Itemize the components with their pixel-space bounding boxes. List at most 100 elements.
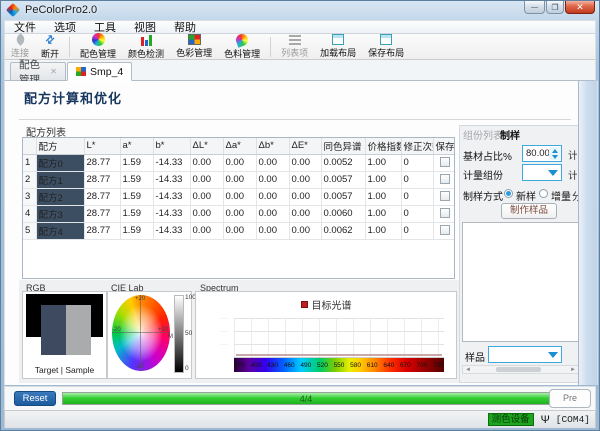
app-window: PeColorPro2.0 文件 选项 工具 视图 帮助 连接 断开 配色管理 [0, 0, 600, 431]
lab-color-wheel [112, 295, 170, 371]
col-header-formula[interactable]: 配方 [36, 138, 84, 154]
horizontal-scrollbar[interactable]: ◄ ► [462, 365, 579, 374]
stepper-arrows-icon[interactable] [549, 147, 560, 160]
table-row[interactable]: 3 配方2 28.77 1.59 -14.33 0.00 0.00 0.00 0… [23, 188, 455, 205]
scroll-left-icon[interactable]: ◄ [465, 367, 471, 373]
table-row[interactable]: 1 配方0 28.77 1.59 -14.33 0.00 0.00 0.00 0… [23, 154, 455, 171]
toolbar-separator [270, 37, 271, 57]
col-header-da[interactable]: Δa* [223, 138, 256, 154]
formula-name-cell: 配方3 [36, 205, 84, 222]
minimize-icon[interactable] [524, 1, 545, 14]
window-frame-strip [578, 81, 597, 385]
menu-bar: 文件 选项 工具 视图 帮助 [4, 20, 596, 34]
make-sample-button[interactable]: 制作样品 [501, 203, 557, 219]
close-icon[interactable] [565, 1, 595, 14]
base-ratio-label: 基材占比% [463, 148, 512, 163]
main-content: 配方计算和优化 配方列表 配方 L* a* b* ΔL* [4, 81, 598, 385]
list-items-button: 列表项 [275, 34, 314, 59]
save-checkbox[interactable] [440, 174, 450, 184]
tab-smp4[interactable]: Smp_4 [67, 62, 132, 81]
usb-icon [541, 414, 550, 426]
clipped-text: 计 [568, 167, 577, 182]
col-header-save[interactable]: 保存 [433, 138, 455, 154]
col-header-dE[interactable]: ΔE* [289, 138, 321, 154]
save-checkbox[interactable] [440, 157, 450, 167]
col-header-L[interactable]: L* [84, 138, 120, 154]
rgb-panel: Target | Sample [22, 291, 107, 379]
save-checkbox[interactable] [440, 191, 450, 201]
scrollbar-thumb[interactable] [496, 367, 541, 372]
load-layout-button[interactable]: 加载布局 [314, 34, 362, 59]
pre-button[interactable]: Pre [549, 389, 591, 408]
table-header-row: 配方 L* a* b* ΔL* Δa* Δb* ΔE* 同色异谱 价格指数 修正… [23, 138, 455, 154]
lightness-marker: M [168, 334, 173, 340]
visualization-zone: RGB Target | Sample CIE Lab +20 -20 -20 … [19, 280, 459, 383]
table-row[interactable]: 5 配方4 28.77 1.59 -14.33 0.00 0.00 0.00 0… [23, 222, 455, 239]
save-checkbox[interactable] [440, 208, 450, 218]
component-listbox[interactable] [462, 222, 579, 342]
tab-component-list[interactable]: 组份列表 [463, 127, 503, 142]
col-header-corrections[interactable]: 修正次数 [401, 138, 433, 154]
sample-making-panel: 组份列表 制样 基材占比% 80.00 计 计量组份 计 制样方式 新样 增量 … [459, 125, 580, 383]
caption-buttons [523, 1, 595, 14]
col-header-a[interactable]: a* [120, 138, 153, 154]
colorant-manage-button[interactable]: 色料管理 [218, 34, 266, 59]
radio-increment[interactable] [539, 189, 548, 198]
palette-icon [234, 34, 250, 46]
color-wheel-icon [90, 33, 106, 46]
legend-label: 目标光谱 [312, 297, 352, 312]
col-header-b[interactable]: b* [153, 138, 190, 154]
col-header-db[interactable]: Δb* [256, 138, 289, 154]
lab-b-axis [140, 295, 141, 371]
color-manage-button[interactable]: 色彩管理 [170, 34, 218, 59]
col-header-price[interactable]: 价格指数 [365, 138, 401, 154]
formula-name-cell: 配方2 [36, 188, 84, 205]
radio-new-label[interactable]: 新样 [516, 188, 536, 203]
component-dropdown[interactable] [522, 164, 562, 181]
menu-item-help[interactable]: 帮助 [165, 19, 205, 35]
progress-text: 4/4 [63, 394, 549, 404]
menu-item-file[interactable]: 文件 [5, 19, 45, 35]
reset-button[interactable]: Reset [14, 391, 56, 406]
wavelength-axis: 370 400 430 460 490 520 550 580 610 640 … [234, 358, 444, 372]
sample-label: 样品 [465, 349, 485, 364]
save-layout-button[interactable]: 保存布局 [362, 34, 410, 59]
table-row[interactable]: 2 配方1 28.77 1.59 -14.33 0.00 0.00 0.00 0… [23, 171, 455, 188]
base-ratio-stepper[interactable]: 80.00 [522, 145, 562, 162]
color-detect-button[interactable]: 颜色检测 [122, 34, 170, 59]
disconnect-button[interactable]: 断开 [35, 34, 65, 59]
tab-color-matching[interactable]: 配色管理 ✕ [10, 62, 66, 81]
formula-name-cell: 配方1 [36, 171, 84, 188]
toolbar: 连接 断开 配色管理 颜色检测 色彩管理 色料管理 列表项 [4, 34, 596, 60]
formula-name-cell: 配方0 [36, 154, 84, 171]
method-label: 制样方式 [463, 188, 503, 203]
sample-dropdown[interactable] [488, 346, 562, 363]
save-checkbox[interactable] [440, 225, 450, 235]
table-row[interactable]: 4 配方3 28.77 1.59 -14.33 0.00 0.00 0.00 0… [23, 205, 455, 222]
page-title: 配方计算和优化 [24, 88, 122, 107]
color-matching-button[interactable]: 配色管理 [74, 34, 122, 59]
spectrum-legend: 目标光谱 [196, 297, 456, 312]
radio-increment-label[interactable]: 增量 [551, 188, 571, 203]
tab-make-sample[interactable]: 制样 [500, 127, 520, 142]
spectrum-plot-grid [234, 318, 444, 358]
col-header-metamerism[interactable]: 同色异谱 [321, 138, 365, 154]
connect-icon [12, 34, 28, 45]
col-header-dL[interactable]: ΔL* [190, 138, 223, 154]
close-tab-icon[interactable]: ✕ [50, 67, 57, 76]
load-layout-icon [330, 34, 346, 45]
connect-button: 连接 [5, 34, 35, 59]
save-layout-icon [378, 34, 394, 45]
rgb-preview-background [26, 294, 103, 337]
scroll-right-icon[interactable]: ► [570, 367, 576, 373]
toolbar-separator [69, 37, 70, 57]
title-divider [19, 119, 571, 120]
chevron-down-icon [548, 352, 558, 358]
window-title: PeColorPro2.0 [25, 4, 97, 16]
progress-bar: 4/4 [62, 392, 550, 405]
radio-new-sample[interactable] [504, 189, 513, 198]
formula-name-cell: 配方4 [36, 222, 84, 239]
maximize-icon[interactable] [546, 1, 564, 14]
sample-icon [76, 67, 86, 76]
target-color-swatch [41, 305, 66, 355]
